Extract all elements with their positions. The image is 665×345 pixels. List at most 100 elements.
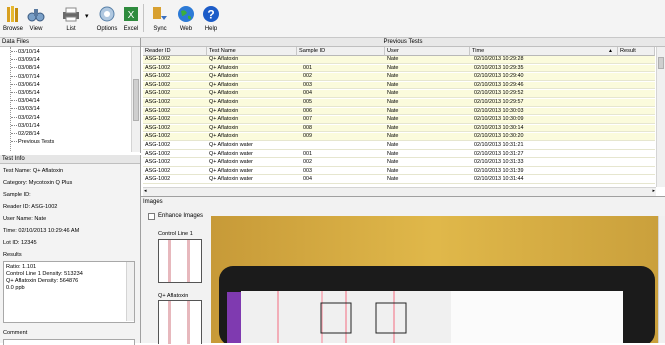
data-file-item[interactable]: 03/01/14 bbox=[11, 122, 40, 130]
results-scrollbar[interactable] bbox=[126, 262, 134, 321]
table-row[interactable]: ASG-1002 Q+ Aflatoxin water 002 Nate 02/10/2… bbox=[143, 159, 655, 167]
table-row[interactable]: ASG-1002 Q+ Aflatoxin 003 Nate 02/10/2013 10… bbox=[143, 81, 655, 90]
cell-reader-id: ASG-1002 bbox=[145, 159, 171, 166]
data-file-item[interactable]: 03/07/14 bbox=[11, 73, 40, 81]
table-row[interactable]: ASG-1002 Q+ Aflatoxin 001 Nate 02/10/2013 10… bbox=[143, 64, 655, 73]
test-name-text: Test Name: Q+ Aflatoxin bbox=[3, 168, 64, 174]
cell-user: Nate bbox=[387, 116, 399, 123]
list-dropdown-arrow-icon[interactable]: ▾ bbox=[85, 12, 89, 20]
web-button[interactable]: Web bbox=[175, 2, 197, 35]
globe-icon bbox=[178, 6, 194, 22]
browse-button[interactable]: Browse bbox=[2, 2, 24, 35]
cell-test-name: Q+ Aflatoxin water bbox=[209, 150, 253, 157]
printer-icon bbox=[63, 7, 79, 22]
column-header-reader-id[interactable]: Reader ID bbox=[143, 47, 207, 56]
images-scrollbar[interactable] bbox=[658, 216, 665, 343]
control-line-thumbnail[interactable] bbox=[158, 239, 202, 283]
table-row[interactable]: ASG-1002 Q+ Aflatoxin 004 Nate 02/10/2013 10… bbox=[143, 90, 655, 98]
cell-reader-id: ASG-1002 bbox=[145, 176, 171, 183]
cell-sample-id: 004 bbox=[303, 90, 312, 97]
view-label: View bbox=[29, 26, 43, 32]
data-files-scroll-thumb[interactable] bbox=[133, 79, 139, 121]
cell-time: 02/10/2013 10:29:46 bbox=[474, 81, 524, 88]
grid-vertical-scrollbar[interactable] bbox=[656, 47, 665, 187]
cell-time: 02/10/2013 10:31:44 bbox=[474, 176, 524, 183]
table-row[interactable]: ASG-1002 Q+ Aflatoxin water 004 Nate 02/10/2… bbox=[143, 176, 655, 184]
sync-button[interactable]: Sync bbox=[149, 2, 171, 35]
cell-test-name: Q+ Aflatoxin water bbox=[209, 159, 253, 166]
svg-text:X: X bbox=[128, 10, 135, 21]
cell-time: 02/10/2013 10:30:20 bbox=[474, 133, 524, 140]
data-file-item[interactable]: 03/09/14 bbox=[11, 56, 40, 64]
control-line-label: Control Line 1 bbox=[158, 231, 193, 237]
data-file-item[interactable]: 02/28/14 bbox=[11, 130, 40, 138]
data-file-label: 03/06/14 bbox=[18, 81, 40, 88]
table-row[interactable]: ASG-1002 Q+ Aflatoxin 008 Nate 02/10/2013 10… bbox=[143, 124, 655, 133]
cell-time: 02/10/2013 10:29:28 bbox=[474, 56, 524, 62]
cell-time: 02/10/2013 10:31:21 bbox=[474, 142, 524, 148]
grid-rows: ASG-1002 Q+ Aflatoxin Nate 02/10/2013 10:29… bbox=[141, 56, 656, 186]
column-header-time[interactable]: Time ▲ bbox=[470, 47, 618, 56]
data-file-item[interactable]: 03/03/14 bbox=[11, 105, 40, 113]
grid-vertical-scroll-thumb[interactable] bbox=[658, 57, 664, 69]
cell-time: 02/10/2013 10:31:39 bbox=[474, 167, 524, 174]
tree-connector bbox=[11, 59, 17, 61]
data-file-label: 03/02/14 bbox=[18, 114, 40, 121]
excel-button[interactable]: X Excel bbox=[121, 2, 141, 35]
tree-connector bbox=[11, 75, 17, 77]
column-header-sample-id[interactable]: Sample ID bbox=[297, 47, 385, 56]
scroll-right-icon[interactable]: ▸ bbox=[652, 188, 655, 194]
previous-tests-header: Previous Tests bbox=[141, 38, 665, 47]
cell-time: 02/10/2013 10:31:27 bbox=[474, 150, 524, 157]
list-button[interactable]: List bbox=[58, 2, 84, 35]
table-row[interactable]: ASG-1002 Q+ Aflatoxin 005 Nate 02/10/2013 10… bbox=[143, 99, 655, 107]
table-row[interactable]: ASG-1002 Q+ Aflatoxin 002 Nate 02/10/2013 10… bbox=[143, 73, 655, 81]
images-panel: Images Enhance Images Control Line 1 Q+ … bbox=[141, 197, 665, 344]
cell-reader-id: ASG-1002 bbox=[145, 167, 171, 174]
data-file-item[interactable]: 03/08/14 bbox=[11, 64, 40, 72]
data-files-scrollbar[interactable] bbox=[131, 47, 140, 152]
data-file-item[interactable]: 03/05/14 bbox=[11, 89, 40, 97]
data-file-item[interactable]: 03/06/14 bbox=[11, 81, 40, 89]
aflatoxin-thumbnail[interactable] bbox=[158, 300, 202, 344]
cell-time: 02/10/2013 10:29:52 bbox=[474, 90, 524, 97]
table-row[interactable]: ASG-1002 Q+ Aflatoxin 007 Nate 02/10/2013 10… bbox=[143, 116, 655, 124]
results-box[interactable]: Ratio: 1.101 Control Line 1 Density: 513… bbox=[3, 261, 135, 323]
enhance-images-checkbox[interactable] bbox=[148, 213, 155, 220]
table-row[interactable]: ASG-1002 Q+ Aflatoxin Nate 02/10/2013 10:29… bbox=[143, 56, 655, 64]
cell-test-name: Q+ Aflatoxin water bbox=[209, 176, 253, 183]
books-icon bbox=[7, 6, 18, 22]
cell-reader-id: ASG-1002 bbox=[145, 124, 171, 131]
table-row[interactable]: ASG-1002 Q+ Aflatoxin 006 Nate 02/10/2013 10… bbox=[143, 107, 655, 116]
tree-connector bbox=[11, 141, 17, 143]
data-file-label: 03/07/14 bbox=[18, 73, 40, 80]
table-row[interactable]: ASG-1002 Q+ Aflatoxin water Nate 02/10/2013… bbox=[143, 142, 655, 150]
table-row[interactable]: ASG-1002 Q+ Aflatoxin water 001 Nate 02/10/2… bbox=[143, 150, 655, 159]
column-header-result[interactable]: Result bbox=[618, 47, 655, 56]
data-file-item[interactable]: 03/04/14 bbox=[11, 97, 40, 105]
tree-connector bbox=[11, 116, 17, 118]
cell-test-name: Q+ Aflatoxin bbox=[209, 133, 239, 140]
data-file-item[interactable]: 03/10/14 bbox=[11, 48, 40, 56]
test-strip-image bbox=[211, 216, 659, 343]
data-file-item[interactable]: Previous Tests bbox=[11, 138, 54, 146]
view-button[interactable]: View bbox=[24, 2, 48, 35]
cell-sample-id: 001 bbox=[303, 64, 312, 71]
svg-text:?: ? bbox=[207, 8, 214, 22]
cell-test-name: Q+ Aflatoxin bbox=[209, 116, 239, 123]
grid-horizontal-scrollbar[interactable]: ◂ ▸ bbox=[143, 187, 656, 196]
table-row[interactable]: ASG-1002 Q+ Aflatoxin 009 Nate 02/10/2013 10… bbox=[143, 133, 655, 141]
options-button[interactable]: Options bbox=[93, 2, 121, 35]
cell-sample-id: 001 bbox=[303, 150, 312, 157]
time-text: Time: 02/10/2013 10:29:46 AM bbox=[3, 228, 80, 234]
data-file-item[interactable]: 03/02/14 bbox=[11, 114, 40, 122]
column-header-test-name[interactable]: Test Name bbox=[207, 47, 297, 56]
scroll-left-icon[interactable]: ◂ bbox=[144, 188, 147, 194]
table-row[interactable]: ASG-1002 Q+ Aflatoxin water 003 Nate 02/10/2… bbox=[143, 167, 655, 176]
comment-box[interactable] bbox=[3, 339, 135, 345]
data-file-label: 03/09/14 bbox=[18, 57, 40, 64]
help-button[interactable]: ? Help bbox=[200, 2, 222, 35]
cell-user: Nate bbox=[387, 159, 399, 166]
column-header-user[interactable]: User bbox=[385, 47, 470, 56]
cell-user: Nate bbox=[387, 81, 399, 88]
